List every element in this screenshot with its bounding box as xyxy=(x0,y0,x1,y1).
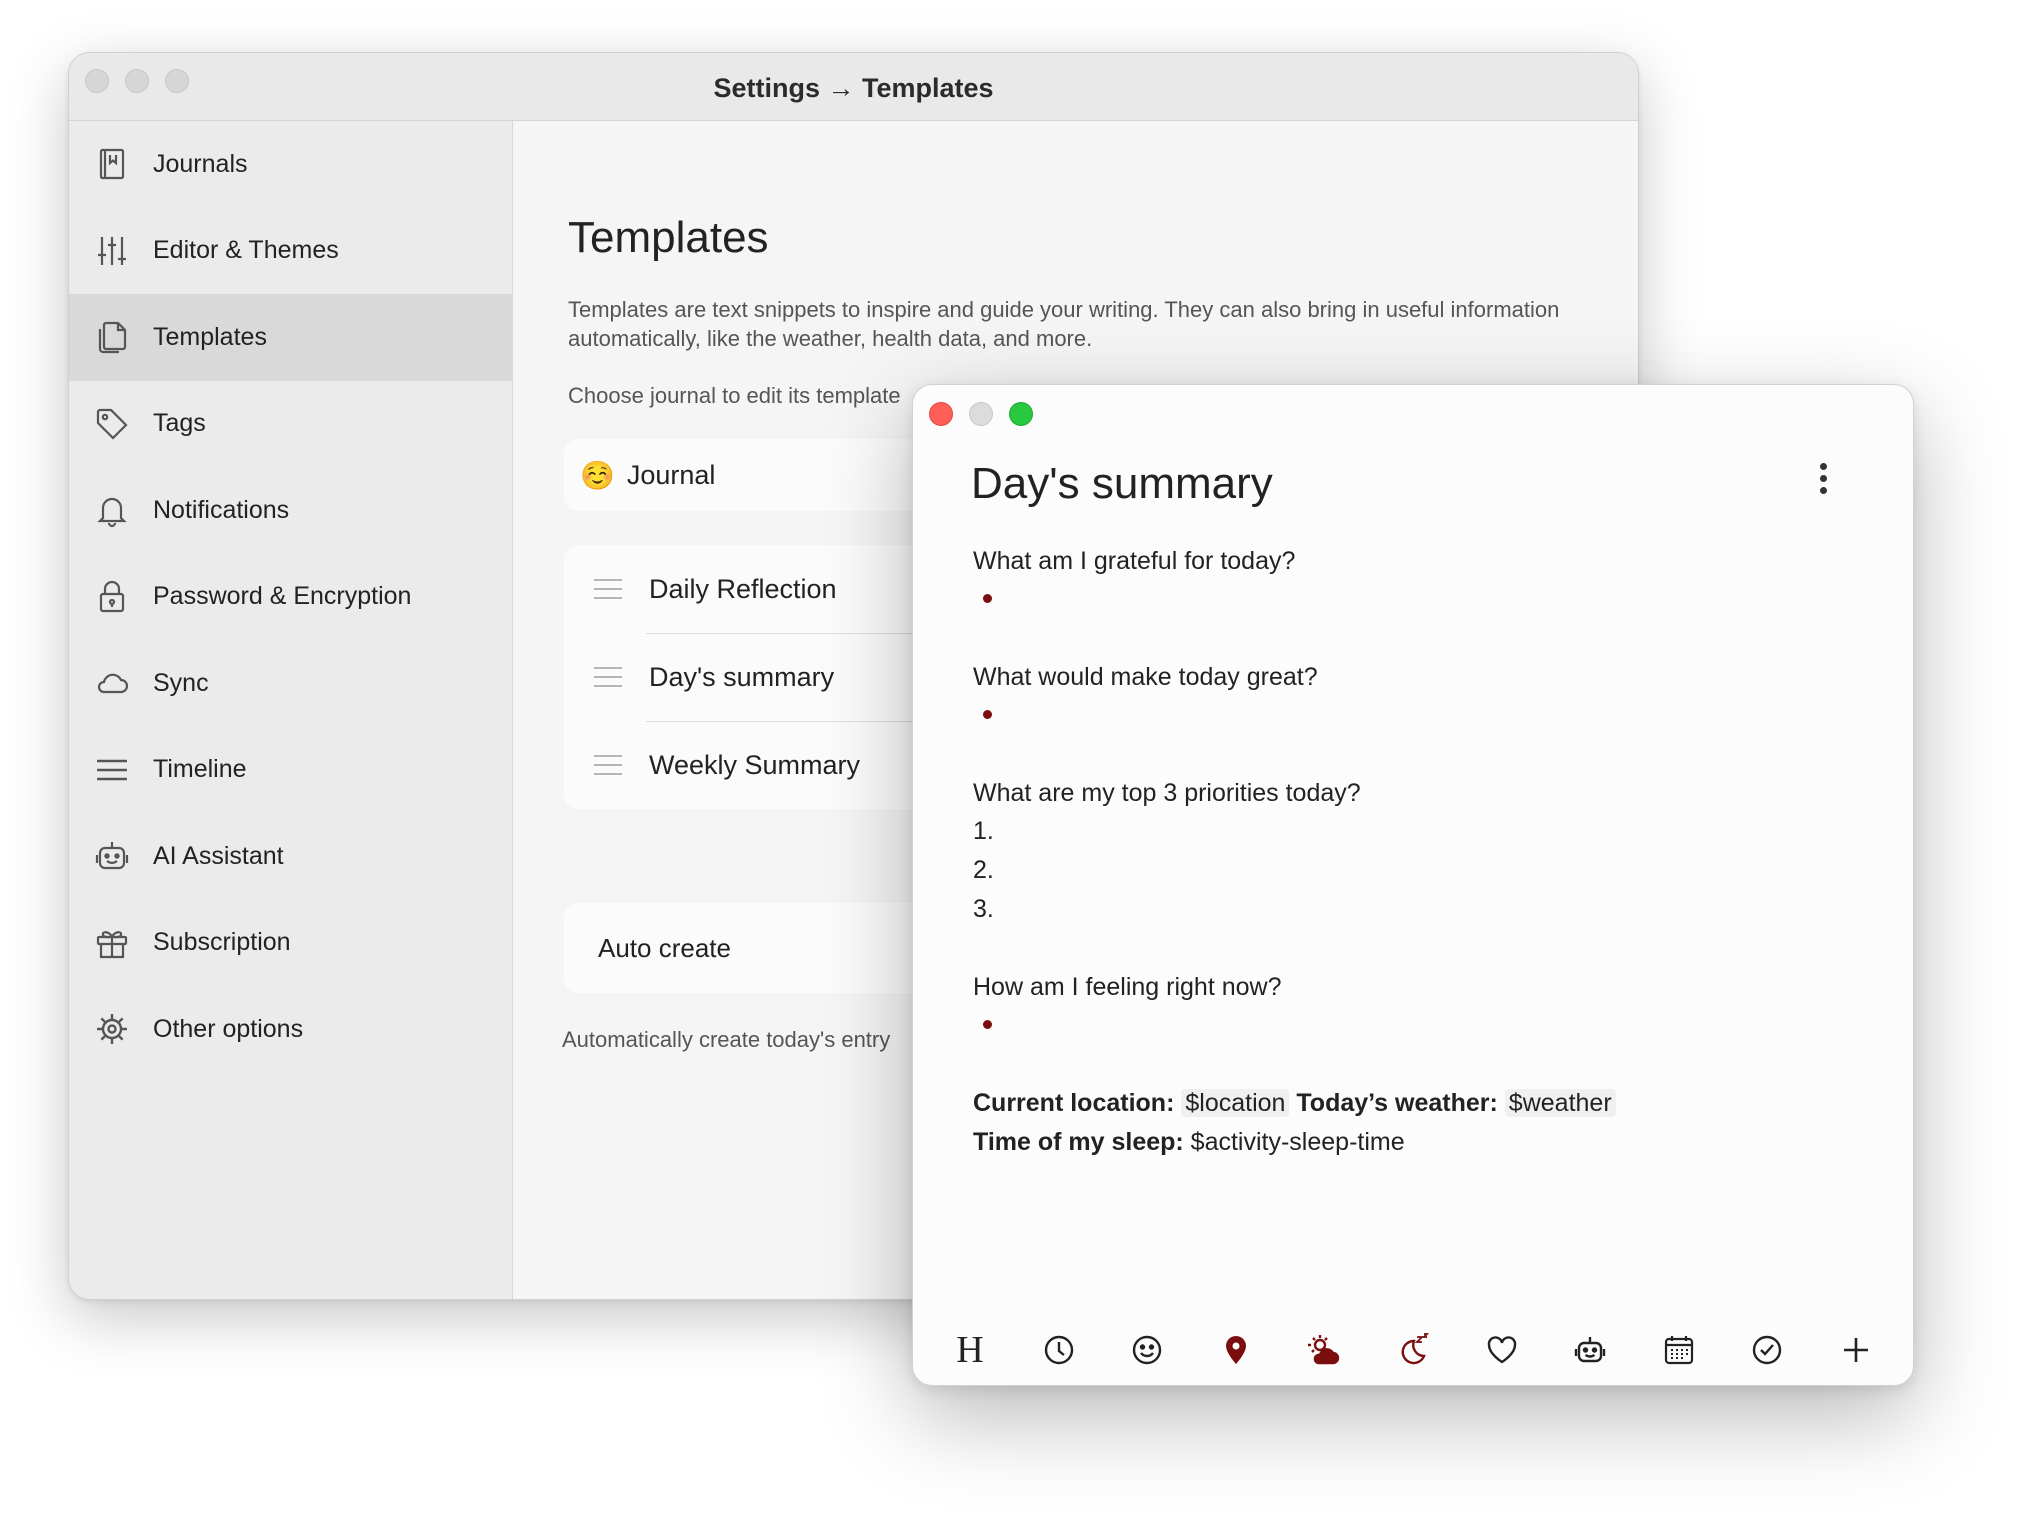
checkmark-icon[interactable] xyxy=(1744,1327,1790,1373)
bell-icon xyxy=(93,491,131,529)
template-name: Daily Reflection xyxy=(649,573,837,604)
sidebar-item-label: Journals xyxy=(153,149,248,178)
sliders-icon xyxy=(93,232,131,270)
bullet-point xyxy=(983,710,992,719)
robot-icon[interactable] xyxy=(1567,1327,1613,1373)
journal-icon xyxy=(93,145,131,183)
journal-name: Journal xyxy=(626,459,716,490)
page-title: Templates xyxy=(568,213,769,262)
sidebar-item-label: Sync xyxy=(153,668,209,697)
auto-create-hint: Automatically create today's entry xyxy=(562,1027,891,1052)
drag-handle-icon[interactable] xyxy=(594,667,622,687)
templates-icon xyxy=(93,318,131,356)
sidebar-item-label: Timeline xyxy=(153,755,247,784)
sidebar-item-other-options[interactable]: Other options xyxy=(69,986,512,1073)
sidebar-item-journals[interactable]: Journals xyxy=(69,121,512,208)
sleep-icon[interactable] xyxy=(1390,1327,1436,1373)
question-text[interactable]: What would make today great? xyxy=(973,663,1318,692)
bullet-point xyxy=(983,594,992,603)
template-title[interactable]: Day's summary xyxy=(971,459,1273,509)
heading-icon[interactable]: H xyxy=(947,1327,993,1373)
sidebar-item-editor-themes[interactable]: Editor & Themes xyxy=(69,208,512,295)
window-title: Settings → Templates xyxy=(713,73,994,103)
question-text[interactable]: How am I feeling right now? xyxy=(973,973,1281,1002)
sidebar-item-label: AI Assistant xyxy=(153,841,284,870)
choose-journal-label: Choose journal to edit its template xyxy=(568,383,901,408)
sidebar-item-password-encryption[interactable]: Password & Encryption xyxy=(69,554,512,641)
minimize-window-button[interactable] xyxy=(969,402,993,426)
weather-label: Today’s weather: xyxy=(1296,1089,1498,1117)
settings-sidebar: Journals Editor & Themes Templates Tags … xyxy=(69,121,513,1299)
close-window-button[interactable] xyxy=(929,402,953,426)
auto-create-label: Auto create xyxy=(598,932,731,963)
sidebar-item-label: Subscription xyxy=(153,928,291,957)
sidebar-item-label: Password & Encryption xyxy=(153,582,412,611)
heart-icon[interactable] xyxy=(1479,1327,1525,1373)
variables-line[interactable]: Current location: $location Today’s weat… xyxy=(973,1089,1616,1118)
sidebar-item-label: Editor & Themes xyxy=(153,236,339,265)
numbered-item[interactable]: 1. xyxy=(973,817,994,846)
more-options-icon[interactable] xyxy=(1817,463,1829,501)
weather-variable[interactable]: $weather xyxy=(1504,1089,1616,1117)
location-variable[interactable]: $location xyxy=(1181,1089,1290,1117)
gear-icon xyxy=(93,1010,131,1048)
template-editor-window: Day's summary What am I grateful for tod… xyxy=(912,384,1914,1386)
variables-line[interactable]: Time of my sleep: $activity-sleep-time xyxy=(973,1128,1405,1157)
calendar-icon[interactable] xyxy=(1656,1327,1702,1373)
sidebar-item-sync[interactable]: Sync xyxy=(69,640,512,727)
sidebar-item-notifications[interactable]: Notifications xyxy=(69,467,512,554)
sidebar-item-tags[interactable]: Tags xyxy=(69,381,512,468)
heading-glyph: H xyxy=(956,1329,984,1371)
zoom-window-button[interactable] xyxy=(1009,402,1033,426)
gift-icon xyxy=(93,924,131,962)
drag-handle-icon[interactable] xyxy=(594,579,622,599)
settings-titlebar: Settings → Templates xyxy=(69,53,1638,121)
lock-icon xyxy=(93,578,131,616)
smiley-icon[interactable] xyxy=(1124,1327,1170,1373)
question-text[interactable]: What are my top 3 priorities today? xyxy=(973,779,1361,808)
clock-icon[interactable] xyxy=(1036,1327,1082,1373)
sidebar-item-templates[interactable]: Templates xyxy=(69,294,512,381)
editor-toolbar: H xyxy=(943,1325,1883,1375)
journal-emoji: ☺️ xyxy=(580,459,615,491)
sleep-label: Time of my sleep: xyxy=(973,1128,1184,1156)
robot-icon xyxy=(93,837,131,875)
template-name: Weekly Summary xyxy=(649,749,861,780)
sidebar-item-label: Templates xyxy=(153,322,267,351)
list-icon xyxy=(93,751,131,789)
sidebar-item-label: Tags xyxy=(153,409,206,438)
tag-icon xyxy=(93,405,131,443)
drag-handle-icon[interactable] xyxy=(594,755,622,775)
template-name: Day's summary xyxy=(649,661,835,692)
question-text[interactable]: What am I grateful for today? xyxy=(973,547,1295,576)
location-pin-icon[interactable] xyxy=(1213,1327,1259,1373)
location-label: Current location: xyxy=(973,1089,1175,1117)
cloud-icon xyxy=(93,664,131,702)
sidebar-item-subscription[interactable]: Subscription xyxy=(69,900,512,987)
sidebar-item-timeline[interactable]: Timeline xyxy=(69,727,512,814)
sleep-variable[interactable]: $activity-sleep-time xyxy=(1191,1128,1405,1156)
numbered-item[interactable]: 3. xyxy=(973,895,994,924)
sidebar-item-ai-assistant[interactable]: AI Assistant xyxy=(69,813,512,900)
templates-description: Templates are text snippets to inspire a… xyxy=(568,297,1560,351)
weather-icon[interactable] xyxy=(1301,1327,1347,1373)
sidebar-item-label: Notifications xyxy=(153,495,290,524)
bullet-point xyxy=(983,1020,992,1029)
numbered-item[interactable]: 2. xyxy=(973,856,994,885)
plus-icon[interactable] xyxy=(1833,1327,1879,1373)
sidebar-item-label: Other options xyxy=(153,1014,304,1043)
